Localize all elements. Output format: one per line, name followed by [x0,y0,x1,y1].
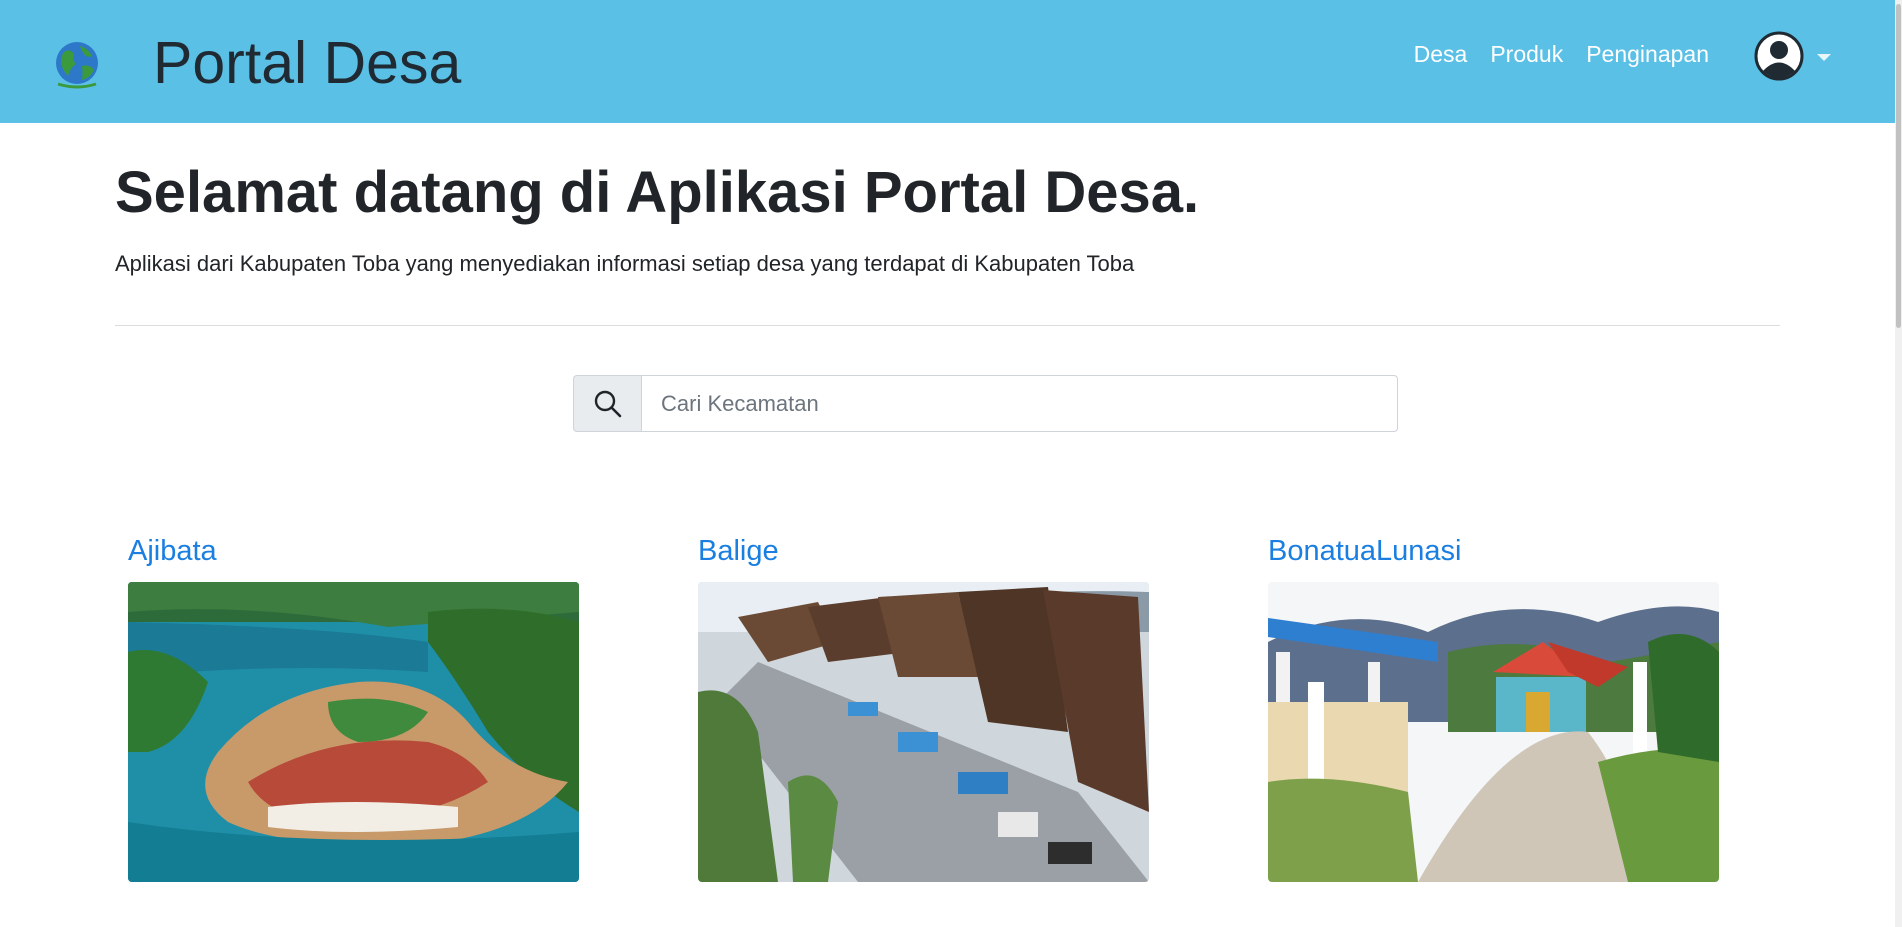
nav-link-desa[interactable]: Desa [1414,38,1468,70]
village-church-photo[interactable] [1268,582,1719,882]
page-title: Selamat datang di Aplikasi Portal Desa. [115,160,1200,225]
user-dropdown[interactable] [1753,30,1831,82]
nav-link-penginapan[interactable]: Penginapan [1586,38,1709,70]
nav-link-produk[interactable]: Produk [1490,38,1563,70]
chevron-down-icon [1817,53,1831,61]
search-input[interactable] [641,375,1398,432]
card-title-link[interactable]: Balige [698,530,1149,582]
globe-icon[interactable] [52,38,102,92]
scrollbar[interactable] [1895,0,1902,927]
divider [115,325,1780,326]
user-circle-icon [1753,30,1805,82]
lake-peninsula-photo[interactable] [128,582,579,882]
kecamatan-card-ajibata: Ajibata [128,530,579,882]
brand-title[interactable]: Portal Desa [153,30,461,96]
search-icon[interactable] [573,375,641,432]
scrollbar-thumb[interactable] [1896,4,1901,328]
card-title-link[interactable]: BonatuaLunasi [1268,530,1719,582]
page-lead: Aplikasi dari Kabupaten Toba yang menyed… [115,251,1135,276]
nav-links: Desa Produk Penginapan [1414,38,1709,70]
navbar: Portal Desa Desa Produk Penginapan [0,0,1895,123]
kecamatan-card-balige: Balige [698,530,1149,882]
traditional-market-photo[interactable] [698,582,1149,882]
card-title-link[interactable]: Ajibata [128,530,579,582]
kecamatan-card-bonatualunasi: BonatuaLunasi [1268,530,1719,882]
search-group [573,375,1398,432]
